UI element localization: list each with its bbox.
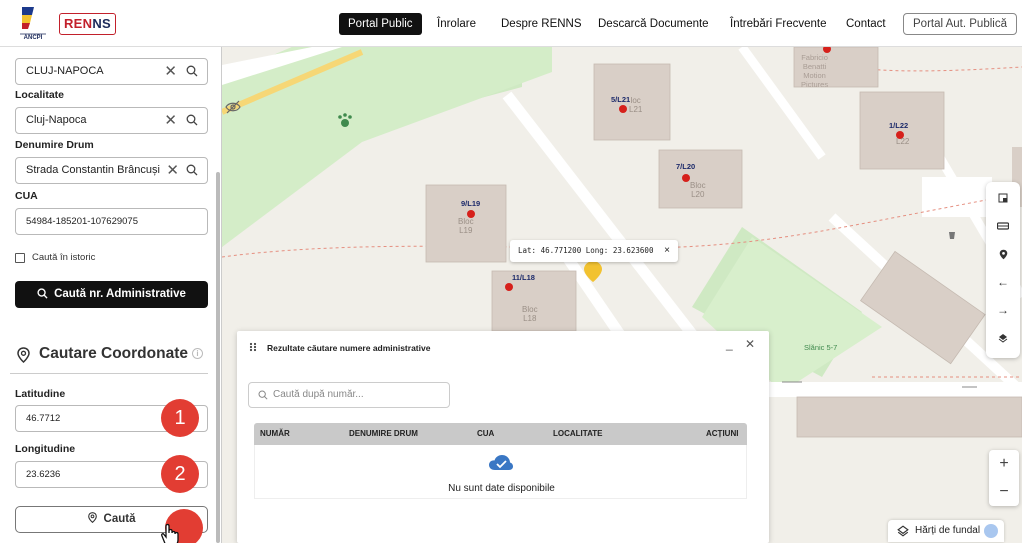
building-label-1-l22[interactable]: 1/L22 [889, 121, 908, 130]
drum-label: Denumire Drum [15, 139, 94, 151]
cua-value: 54984-185201-107629075 [26, 216, 138, 227]
nav-inrolare[interactable]: Înrolare [437, 13, 476, 35]
coordinate-popup: Lat: 46.771200 Long: 23.623600 × [510, 240, 678, 262]
search-icon [258, 390, 268, 400]
nav-portal-autoritate[interactable]: Portal Aut. Publică [903, 13, 1017, 35]
ruler-icon[interactable] [993, 216, 1013, 236]
search-coord-label: Caută [103, 513, 136, 525]
drum-value: Strada Constantin Brâncuși [26, 164, 160, 176]
building-label-7-l20[interactable]: 7/L20 [676, 162, 695, 171]
clear-icon[interactable]: ✕ [164, 108, 177, 133]
nav-contact[interactable]: Contact [846, 13, 886, 35]
chevron-up-icon[interactable] [984, 524, 998, 538]
coord-section-title: Cautare Coordonate i [15, 345, 203, 363]
divider [10, 373, 208, 374]
nav-intrebari-frecvente[interactable]: Întrebări Frecvente [730, 13, 827, 35]
localitate-label: Localitate [15, 89, 65, 101]
info-icon[interactable]: i [192, 348, 203, 359]
search-admin-button[interactable]: Caută nr. Administrative [15, 281, 208, 308]
istoric-label: Caută în istoric [32, 252, 96, 263]
search-icon[interactable] [186, 164, 198, 176]
column-header-denumire-drum[interactable]: DENUMIRE DRUM [349, 429, 418, 438]
istoric-checkbox[interactable] [15, 253, 25, 263]
lat-label: Latitudine [15, 388, 66, 400]
results-dialog: Rezultate căutare numere administrative … [237, 331, 769, 543]
ancpi-logo-icon[interactable]: ANCPI [18, 5, 48, 41]
panel-scrollbar[interactable] [216, 172, 220, 543]
localitate-value: Cluj-Napoca [26, 114, 87, 126]
square-select-icon[interactable] [993, 188, 1013, 208]
coord-title-text: Cautare Coordonate [39, 345, 188, 362]
popup-text: Lat: 46.771200 Long: 23.623600 [518, 246, 654, 255]
search-icon[interactable] [186, 114, 198, 126]
cua-field[interactable]: 54984-185201-107629075 [15, 208, 208, 235]
building-label-11-l18[interactable]: 11/L18 [512, 273, 535, 282]
column-header-cua[interactable]: CUA [477, 429, 494, 438]
column-header-numar[interactable]: NUMĂR [260, 429, 290, 438]
building-dot-7-l20[interactable] [682, 174, 690, 182]
building-text: Bloc L19 [458, 217, 474, 235]
cua-label: CUA [15, 190, 38, 202]
building-label-9-l19[interactable]: 9/L19 [461, 199, 480, 208]
poi-label: Fabricio Benatti Motion Pictures [801, 53, 829, 89]
uat-value: CLUJ-NAPOCA [26, 65, 104, 77]
building-text: Bloc L20 [690, 181, 706, 199]
clear-icon[interactable]: ✕ [164, 59, 177, 84]
renns-logo[interactable]: RENNS [59, 13, 116, 35]
clear-icon[interactable]: ✕ [166, 158, 179, 183]
arrow-right-icon[interactable]: → [993, 300, 1013, 320]
search-panel: CLUJ-NAPOCA ✕ Localitate Cluj-Napoca ✕ D… [0, 47, 222, 543]
layers-icon[interactable] [993, 328, 1013, 348]
results-title: Rezultate căutare numere administrative [267, 343, 431, 353]
step-badge-2: 2 [161, 455, 199, 493]
zoom-in-button[interactable]: + [989, 450, 1019, 478]
hand-cursor-icon [161, 523, 179, 543]
lon-value: 23.6236 [26, 469, 61, 480]
results-search-placeholder: Caută după număr... [273, 389, 364, 400]
zoom-out-button[interactable]: − [989, 478, 1019, 506]
empty-state-text: Nu sunt date disponibile [448, 483, 555, 494]
building-text: loc L21 [629, 96, 643, 114]
layers-icon [897, 525, 909, 537]
search-icon [37, 288, 48, 299]
popup-close-icon[interactable]: × [664, 240, 670, 262]
park-label: Slănic 5-7 [804, 343, 838, 352]
search-icon[interactable] [186, 65, 198, 77]
nav-despre-renns[interactable]: Despre RENNS [501, 13, 582, 35]
location-pin-icon[interactable] [993, 244, 1013, 264]
basemap-button[interactable]: Hărți de fundal [888, 520, 1004, 542]
results-search-input[interactable]: Caută după număr... [248, 382, 450, 408]
map-controls: ← → [986, 182, 1020, 358]
svg-text:ANCPI: ANCPI [24, 35, 43, 41]
drag-handle-icon[interactable] [249, 342, 257, 352]
pin-icon [17, 347, 30, 363]
results-table-header: NUMĂR DENUMIRE DRUM CUA LOCALITATE ACȚIU… [254, 423, 747, 445]
close-icon[interactable]: ✕ [745, 337, 755, 351]
results-table-body: Nu sunt date disponibile [254, 445, 747, 499]
step-badge-1: 1 [161, 399, 199, 437]
building-dot-5-l21[interactable] [619, 105, 627, 113]
pin-icon [87, 512, 97, 524]
nav-portal-public[interactable]: Portal Public [339, 13, 422, 35]
basemap-label: Hărți de fundal [915, 525, 981, 536]
column-header-actiuni: ACȚIUNI [706, 429, 739, 438]
building-label-5-l21[interactable]: 5/L21 [611, 95, 630, 104]
cloud-icon [489, 455, 513, 470]
building-dot-11-l18[interactable] [505, 283, 513, 291]
zoom-controls: + − [989, 450, 1019, 506]
search-admin-label: Caută nr. Administrative [54, 288, 186, 300]
column-header-localitate[interactable]: LOCALITATE [553, 429, 602, 438]
top-header: ANCPI RENNS Portal Public Înrolare Despr… [0, 0, 1022, 47]
uat-field[interactable]: CLUJ-NAPOCA ✕ [15, 58, 208, 85]
minimize-icon[interactable]: _ [726, 337, 733, 351]
arrow-left-icon[interactable]: ← [993, 272, 1013, 292]
building-text: L22 [896, 137, 910, 146]
lon-label: Longitudine [15, 443, 76, 455]
building-text: Bloc L18 [522, 305, 538, 323]
localitate-field[interactable]: Cluj-Napoca ✕ [15, 107, 208, 134]
lat-value: 46.7712 [26, 413, 61, 424]
nav-descarca-documente[interactable]: Descarcă Documente [598, 13, 709, 35]
drum-field[interactable]: Strada Constantin Brâncuși ✕ [15, 157, 208, 184]
